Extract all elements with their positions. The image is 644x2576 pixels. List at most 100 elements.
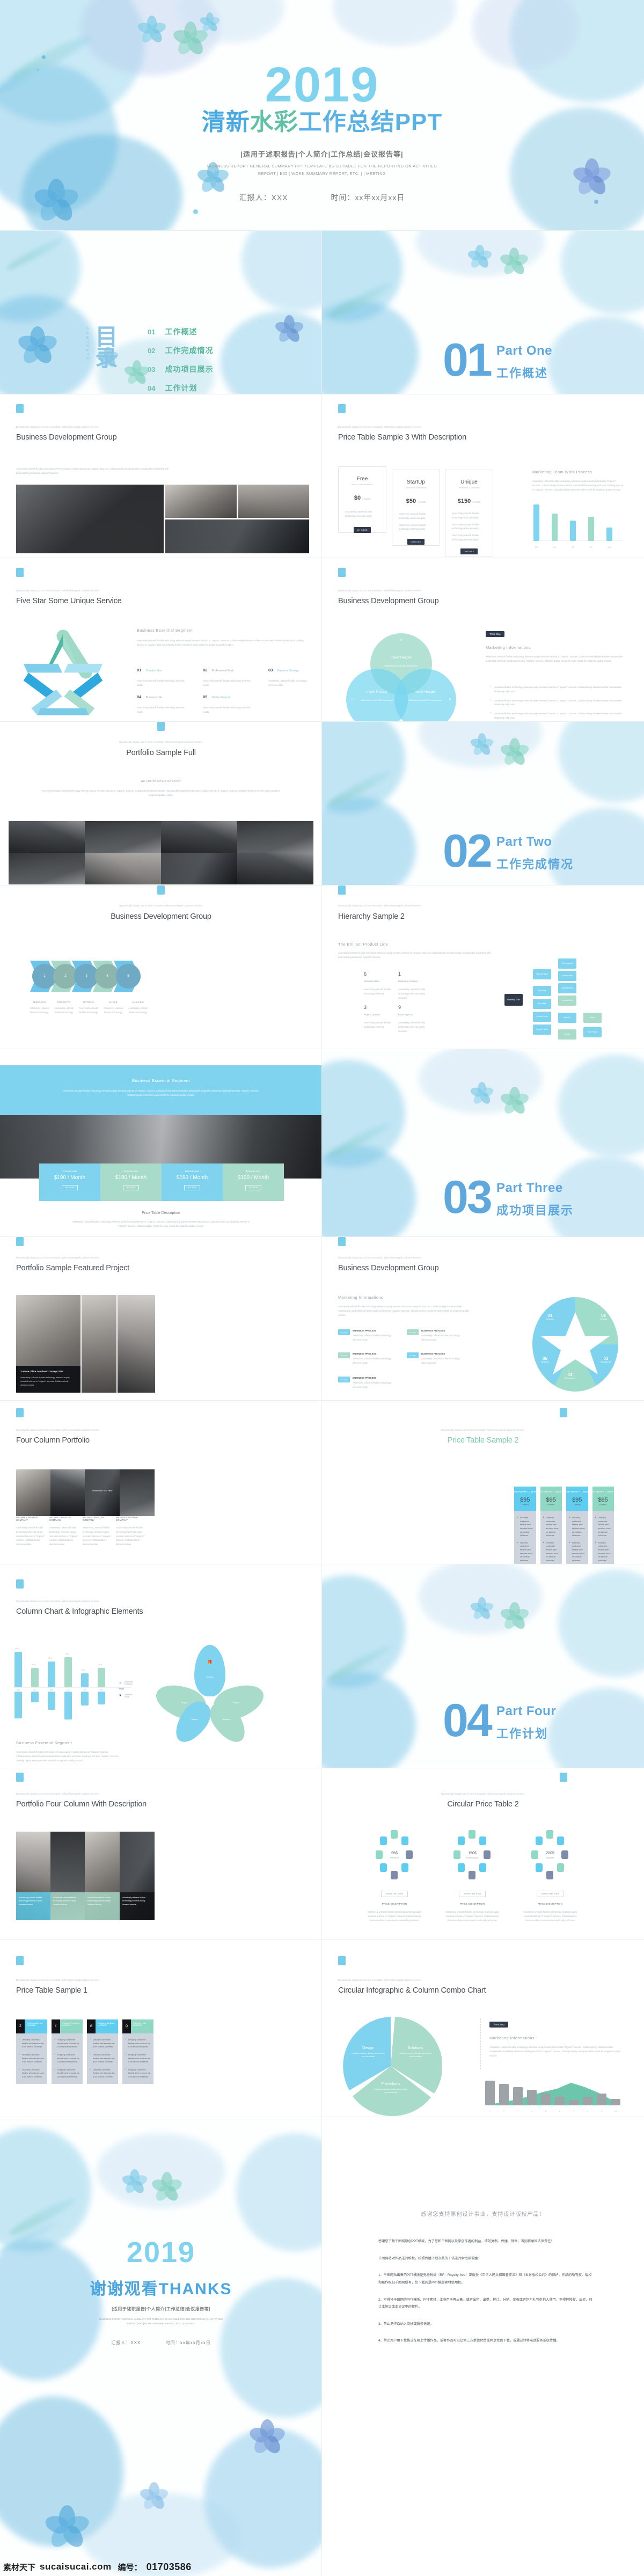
section-body: Assertively unleash flexible technology … — [489, 2046, 621, 2057]
process-body: Assertively unleash flexible technology … — [353, 1357, 391, 1364]
toc-item[interactable]: 02 工作完成情况 — [148, 345, 213, 356]
pricing-card[interactable]: StartUp Advanced & Business $50 / month … — [392, 470, 440, 546]
process-tag: Five Step — [338, 1377, 350, 1382]
slide-kicker: Dynamically impact just in time innovati… — [338, 904, 422, 907]
price-column[interactable]: f Creative Promotion LICENSE ✓ Uniquely c… — [52, 2019, 83, 2084]
legal-heading: 感谢您支持原创设计事业，支持设计版权产品！ — [421, 2212, 545, 2218]
slide-number-tab — [338, 885, 346, 895]
stat-body: Assertively unleash flexible technology … — [364, 988, 391, 995]
pricing-card[interactable]: Premium User $190 / Month BUY NOW — [100, 1163, 162, 1201]
price-column[interactable]: STANDART USER $95 Limited ➤ Uniquely cust… — [514, 1487, 536, 1564]
icon-node — [401, 1836, 408, 1845]
pricing-card[interactable]: Free Basic & Sart Business $0 / month As… — [338, 466, 386, 533]
bar — [14, 1652, 22, 1687]
price-column[interactable]: Q Premium User LICENSE ✓ Uniquely customi… — [122, 2019, 153, 2084]
slide-legal: 感谢您支持原创设计事业，支持设计版权产品！ 感谢您下载千图网原创PPT模板，为了… — [322, 2117, 644, 2576]
choose-button[interactable]: CHOOSE — [460, 548, 478, 554]
venn-letter: B — [449, 698, 451, 701]
venn-circle-b: B Insert Header Efficiently provide B2B … — [394, 669, 456, 722]
pricing-card[interactable]: Premium User $190 / Month BUY NOW — [223, 1163, 284, 1201]
venn-body: Efficiently provide B2B imperatives — [360, 699, 394, 701]
toc-item-number: 01 — [148, 327, 156, 336]
pricing-card[interactable]: Premium User $190 / Month BUY NOW — [39, 1163, 100, 1201]
buy-now-button[interactable]: BUY NOW — [122, 1185, 140, 1190]
toc-item-label: 工作概述 — [165, 327, 197, 336]
photo-thumbnail — [237, 821, 313, 853]
section-body: Assertively unleash flexible technology … — [16, 1751, 119, 1762]
price-feature: Uniquely customize flexible web services… — [92, 2053, 115, 2063]
icon-node — [380, 1836, 387, 1845]
team-badge: MARKETING TEAM — [536, 1891, 564, 1897]
stat-label: Business Meet — [364, 980, 379, 983]
flower-decoration — [499, 1086, 530, 1117]
photo-thumbnail — [9, 853, 85, 884]
feature-label: Online Support — [211, 696, 230, 699]
slide-eyebrow: WE ARE CREATIVE COMPANY — [141, 780, 181, 782]
price-column-head: STANDART USER — [592, 1487, 614, 1497]
pricing-card[interactable]: Premium User $190 / Month BUY NOW — [162, 1163, 223, 1201]
buy-now-button[interactable]: BUY NOW — [184, 1185, 201, 1190]
feature-label: Creative Idea — [145, 669, 162, 672]
plan-feature: Assertively unleash flexible technology … — [345, 510, 372, 517]
price-feature: Uniquely customize flexible web services… — [519, 1517, 533, 1537]
photo-thumbnail — [85, 821, 161, 853]
three-step-tag: Three Step — [489, 2022, 508, 2028]
price-column[interactable]: G Multipurpose Base LICENSE ✓ Uniquely cu… — [87, 2019, 118, 2084]
bar — [569, 2100, 579, 2105]
hierarchy-node: Role Team — [533, 999, 551, 1009]
price-table: Z Professional User LICENSE ✓ Uniquely cu… — [16, 2019, 155, 2084]
slide-five-star: Dynamically impact just in time innovati… — [0, 558, 322, 722]
section-heading: The Brilliant Product Line — [338, 942, 388, 947]
price-feature: Uniquely customize flexible web services… — [92, 2068, 115, 2079]
stat-body: Assertively unleash flexible technology … — [398, 1021, 426, 1033]
footer-code: 01703586 — [146, 2561, 192, 2572]
slide-kicker: Dynamically impact just in time innovati… — [16, 426, 100, 428]
hierarchy-node: Business Plan — [558, 983, 576, 993]
bar — [64, 1657, 72, 1687]
hierarchy-node: Unique — [558, 1029, 576, 1040]
slide-title: Portfolio Four Column With Description — [16, 1800, 147, 1809]
process-step-label: PROJECTS — [57, 1001, 70, 1004]
circular-price-group: 200$ Ultimate — [531, 1830, 569, 1879]
process-step-body: Assertively unleash flexible technology — [128, 1007, 148, 1014]
price-column[interactable]: STANDART USER $95 Limited ➤ Uniquely cust… — [592, 1487, 614, 1564]
slide-kicker: Dynamically impact just in time innovati… — [119, 741, 203, 743]
card-label: Premium User — [62, 1170, 77, 1173]
process-step-body: Assertively unleash flexible technology — [29, 1007, 49, 1014]
price-feature: Uniquely customize flexible web services… — [57, 2039, 80, 2048]
card-price: $190 / Month — [176, 1175, 208, 1181]
price-column[interactable]: STANDART USER $95 Limited ➤ Uniquely cust… — [540, 1487, 562, 1564]
ring-number: 01 — [547, 1313, 553, 1318]
price-column[interactable]: STANDART USER $95 Limited ➤ Uniquely cust… — [566, 1487, 588, 1564]
photo-grid — [9, 821, 313, 884]
slide-section-01: 01 Part One 工作概述 — [322, 231, 644, 394]
legal-paragraph: 4、禁止用户用下载格式在网上传播作品，或者作品可以让第三方单独付费或共享免费下载… — [378, 2339, 560, 2343]
buy-now-button[interactable]: BUY NOW — [61, 1185, 78, 1190]
photo-thumbnail — [16, 1469, 50, 1516]
price-column[interactable]: Z Professional User LICENSE ✓ Uniquely cu… — [16, 2019, 47, 2084]
slide-number-tab — [338, 1956, 346, 1965]
price-feature: Uniquely customize flexible web services… — [57, 2068, 80, 2079]
icon-node — [536, 1836, 543, 1845]
photo-thumbnail — [161, 821, 237, 853]
footer-site-cn: 素材天下 — [3, 2563, 36, 2572]
legal-paragraph: 感谢您下载千图网原创PPT模板，为了您和千图网以及原创作者的利益，请勿复制、传播… — [378, 2240, 554, 2243]
ring-label: Development — [565, 1377, 575, 1379]
pricing-card[interactable]: Unique Advanced & Business $150 / month … — [445, 470, 493, 557]
choose-button[interactable]: CHOOSE — [407, 539, 425, 545]
buy-now-button[interactable]: BUY NOW — [245, 1185, 262, 1190]
toc-item[interactable]: 04 工作计划 — [148, 383, 197, 393]
flower-decoration — [466, 244, 493, 270]
bar-axis-label: 5 — [545, 2110, 547, 2112]
bar — [64, 1692, 72, 1719]
bar — [611, 2099, 620, 2105]
toc-item[interactable]: 01 工作概述 — [148, 326, 197, 337]
bar — [533, 504, 539, 541]
toc-item[interactable]: 03 成功项目展示 — [148, 364, 213, 375]
venn-diagram: A Insert Header Efficiently provide B2B … — [346, 633, 462, 722]
photo-caption: Assertively unleash flexible technology … — [120, 1892, 155, 1920]
price-limited: Limited — [547, 1503, 555, 1506]
stat-value: 9 — [398, 1005, 401, 1010]
ring-label: Management — [601, 1361, 611, 1363]
choose-button[interactable]: CHOOSE — [354, 526, 371, 533]
